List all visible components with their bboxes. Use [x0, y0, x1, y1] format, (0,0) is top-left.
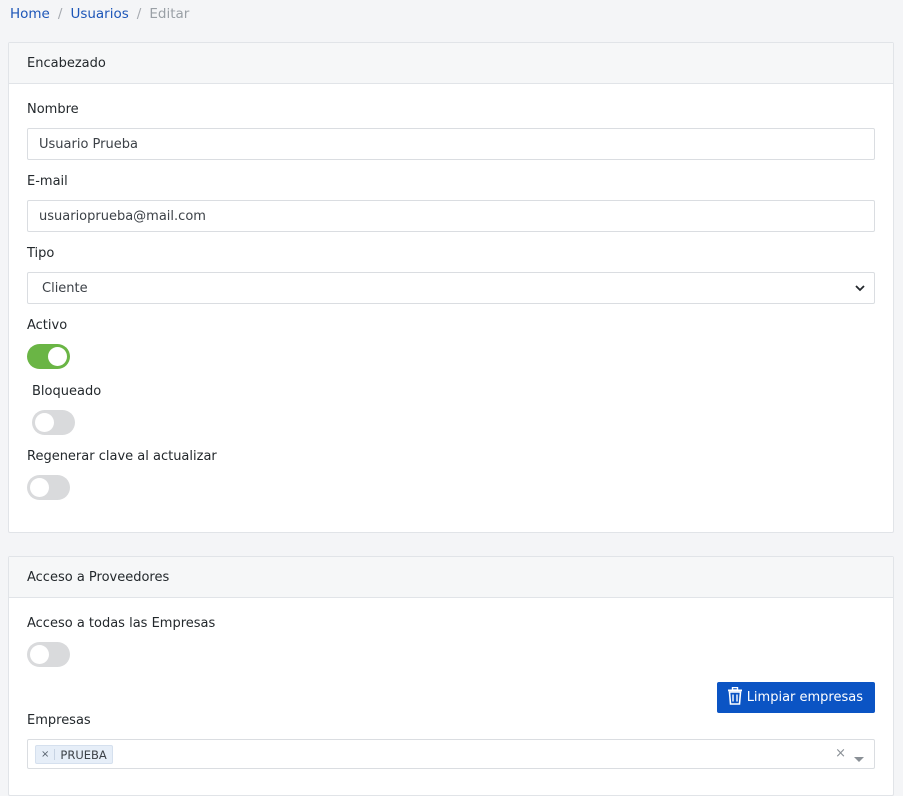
todas-empresas-toggle[interactable] — [27, 642, 70, 667]
empresa-tag: × PRUEBA — [35, 745, 113, 764]
card-header: Encabezado — [9, 43, 893, 84]
proveedores-card: Acceso a Proveedores Acceso a todas las … — [8, 556, 894, 796]
toggle-knob — [48, 347, 67, 366]
breadcrumb-separator: / — [57, 6, 63, 22]
card-title: Encabezado — [27, 55, 106, 71]
breadcrumb-current: Editar — [149, 6, 190, 22]
breadcrumb-separator: / — [136, 6, 142, 22]
toggle-knob — [30, 645, 49, 664]
nombre-value: Usuario Prueba — [39, 136, 138, 152]
card-title: Acceso a Proveedores — [27, 569, 170, 585]
tag-remove-icon[interactable]: × — [36, 749, 56, 760]
activo-toggle[interactable] — [27, 344, 70, 369]
todas-empresas-label: Acceso a todas las Empresas — [27, 616, 216, 631]
chevron-down-icon — [854, 282, 866, 298]
limpiar-empresas-label: Limpiar empresas — [746, 690, 863, 705]
regenerar-label: Regenerar clave al actualizar — [27, 449, 217, 464]
breadcrumb-home[interactable]: Home — [10, 6, 50, 22]
email-input[interactable]: usuarioprueba@mail.com — [27, 200, 875, 232]
bloqueado-toggle[interactable] — [32, 410, 75, 435]
trash-icon — [727, 686, 743, 709]
tipo-select[interactable]: Cliente — [27, 272, 875, 304]
tipo-label: Tipo — [27, 246, 55, 261]
regenerar-toggle[interactable] — [27, 475, 70, 500]
toggle-knob — [30, 478, 49, 497]
card-header: Acceso a Proveedores — [9, 557, 893, 598]
nombre-input[interactable]: Usuario Prueba — [27, 128, 875, 160]
encabezado-card: Encabezado Nombre Usuario Prueba E-mail … — [8, 42, 894, 533]
breadcrumb-usuarios[interactable]: Usuarios — [70, 6, 128, 22]
tag-label: PRUEBA — [60, 747, 107, 762]
breadcrumb: Home / Usuarios / Editar — [10, 5, 189, 23]
nombre-label: Nombre — [27, 102, 79, 117]
limpiar-empresas-button[interactable]: Limpiar empresas — [716, 682, 875, 713]
empresas-multiselect[interactable]: × PRUEBA × — [27, 739, 875, 769]
close-icon[interactable]: × — [835, 746, 846, 761]
email-value: usuarioprueba@mail.com — [39, 208, 206, 224]
bloqueado-label: Bloqueado — [32, 384, 102, 399]
caret-down-icon[interactable] — [854, 752, 864, 767]
activo-label: Activo — [27, 318, 68, 333]
email-label: E-mail — [27, 174, 68, 189]
toggle-knob — [35, 413, 54, 432]
tipo-value: Cliente — [42, 280, 88, 296]
empresas-label: Empresas — [27, 713, 91, 728]
